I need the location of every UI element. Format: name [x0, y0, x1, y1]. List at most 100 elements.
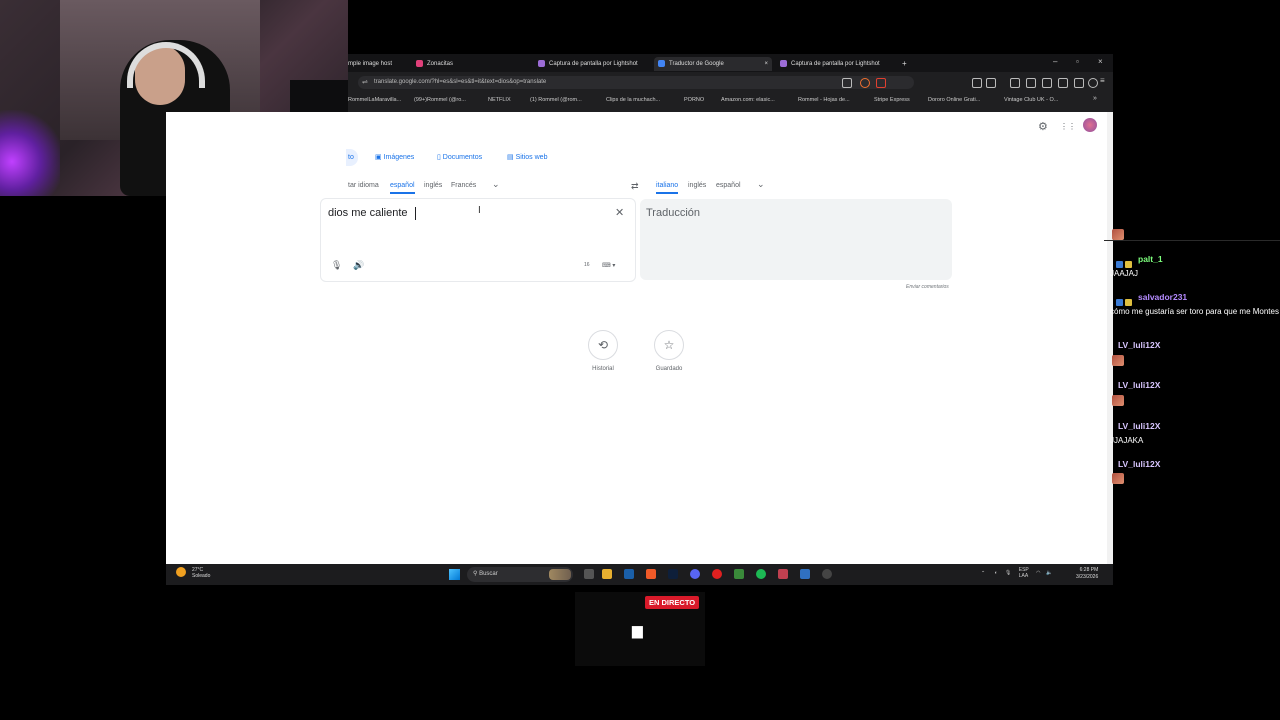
music-icon[interactable]: [1026, 78, 1036, 88]
character-count: 16: [584, 262, 590, 268]
puzzle-icon[interactable]: [1074, 78, 1084, 88]
target-lang-english[interactable]: inglés: [688, 182, 706, 189]
lightshot-favicon-icon: [780, 59, 787, 67]
target-lang-italian[interactable]: italiano: [656, 182, 679, 194]
mouse-ibeam-cursor-icon: I: [478, 205, 481, 216]
bookmark-item[interactable]: RommelLaMaravilla...: [348, 97, 401, 103]
chat-message: JAAJAJ: [1110, 269, 1139, 278]
valorant-icon[interactable]: [778, 569, 788, 579]
share-icon[interactable]: [842, 78, 852, 88]
bookmark-item[interactable]: Stripe Express: [874, 97, 910, 103]
emote-image: [1112, 473, 1124, 484]
volume-icon[interactable]: 🔈: [1046, 570, 1052, 576]
wallet-icon[interactable]: [1058, 78, 1068, 88]
spotify-icon[interactable]: [756, 569, 766, 579]
download-icon[interactable]: [1010, 78, 1020, 88]
close-window-button[interactable]: ×: [1098, 57, 1103, 66]
language-indicator[interactable]: ESP LAA: [1019, 567, 1029, 579]
network-icon[interactable]: ◐: [995, 570, 998, 576]
tab-zonacitas[interactable]: Zonacitas: [416, 57, 476, 71]
minimize-button[interactable]: –: [1053, 57, 1057, 66]
tab-lightshot-1[interactable]: Captura de pantalla por Lightshot: [538, 57, 648, 71]
mode-tab-images[interactable]: ▣ Imágenes: [375, 152, 414, 164]
tray-overflow-chevron-icon[interactable]: ⌃: [981, 570, 985, 576]
avatar[interactable]: [1083, 118, 1097, 132]
taskbar-search[interactable]: ⚲ Buscar: [467, 567, 573, 582]
rewards-icon[interactable]: [876, 78, 886, 88]
weather-condition: Soleado: [192, 573, 211, 579]
discord-icon[interactable]: [690, 569, 700, 579]
vscode-icon[interactable]: [800, 569, 810, 579]
opera-icon[interactable]: [712, 569, 722, 579]
settings-icon[interactable]: ⚙: [1038, 120, 1048, 133]
target-lang-chevron-down-icon[interactable]: ⌄: [757, 179, 765, 190]
tab-lightshot-2[interactable]: Captura de pantalla por Lightshot: [780, 57, 890, 71]
task-view-icon[interactable]: [584, 569, 594, 579]
mode-tab-documents[interactable]: ▯ Documentos: [437, 152, 482, 164]
bookmark-item[interactable]: Dororo Online Grati...: [928, 97, 980, 103]
bookmark-item[interactable]: Vintage Club UK - O...: [1004, 97, 1058, 103]
mode-tab-text[interactable]: to: [348, 152, 354, 164]
brave-shield-icon[interactable]: [860, 78, 870, 88]
photoshop-icon[interactable]: [668, 569, 678, 579]
clear-text-icon[interactable]: ✕: [615, 206, 624, 219]
send-feedback-link[interactable]: Enviar comentarios: [906, 284, 949, 290]
source-lang-spanish[interactable]: español: [390, 182, 415, 194]
website-icon: ▤: [507, 154, 516, 161]
emote-image: [1112, 395, 1124, 406]
weather-widget[interactable]: 27°C Soleado: [176, 567, 210, 579]
extensions-icon[interactable]: [972, 78, 982, 88]
microphone-icon[interactable]: 🎙: [331, 260, 342, 271]
vpn-icon[interactable]: [1088, 78, 1098, 88]
bookmark-item[interactable]: Clips de la muchach...: [606, 97, 660, 103]
tab-close-icon[interactable]: ×: [764, 57, 768, 71]
stream-chat-overlay: palt_1 JAAJAJ salvador231 cómo me gustar…: [1104, 226, 1280, 496]
source-lang-chevron-down-icon[interactable]: ⌄: [492, 179, 500, 190]
excel-icon[interactable]: [734, 569, 744, 579]
bookmarks-bar: RommelLaMaravilla... (99+)Rommel (@ro...…: [348, 94, 1113, 108]
webcam-led-glow: [0, 110, 60, 196]
source-lang-english[interactable]: inglés: [424, 182, 442, 189]
source-text-input[interactable]: dios me caliente: [328, 207, 408, 219]
chat-badges: [1116, 293, 1134, 306]
saved-star-icon[interactable]: ☆: [654, 330, 684, 360]
detect-language-tab[interactable]: tar idioma: [348, 182, 379, 189]
mode-tab-websites[interactable]: ▤ Sitios web: [507, 152, 547, 164]
sidebar-icon[interactable]: [986, 78, 996, 88]
keyboard-icon[interactable]: ⌨ ▾: [602, 262, 615, 269]
bookmark-item[interactable]: (99+)Rommel (@ro...: [414, 97, 466, 103]
live-badge: EN DIRECTO: [645, 596, 700, 609]
tab-image-host[interactable]: mple image host: [348, 57, 408, 71]
bookmarks-overflow-button[interactable]: »: [1093, 95, 1097, 102]
restore-button[interactable]: ▫: [1076, 57, 1079, 66]
file-explorer-icon[interactable]: [602, 569, 612, 579]
system-tray: ⌃ ◐ 🎙 ESP LAA ◠ 🔈: [981, 567, 1052, 579]
source-lang-french[interactable]: Francés: [451, 182, 476, 189]
apps-grid-icon[interactable]: ⋮⋮: [1060, 122, 1076, 131]
new-tab-button[interactable]: +: [902, 57, 912, 71]
windows-start-icon[interactable]: [449, 569, 460, 580]
steam-icon[interactable]: [624, 569, 634, 579]
target-lang-spanish[interactable]: español: [716, 182, 741, 189]
clock-time: 6:28 PM: [1079, 567, 1099, 573]
swap-languages-icon[interactable]: ⇄: [631, 181, 639, 192]
bookmark-item[interactable]: PORNO: [684, 97, 704, 103]
split-view-icon[interactable]: [1042, 78, 1052, 88]
image-icon: ▣: [375, 154, 384, 161]
bookmark-item[interactable]: Rommel - Hojas de...: [798, 97, 850, 103]
obs-icon[interactable]: [822, 569, 832, 579]
history-icon[interactable]: ⟲: [588, 330, 618, 360]
taskbar-clock[interactable]: 6:28 PM 3/23/2026: [1076, 567, 1098, 581]
brave-icon[interactable]: [646, 569, 656, 579]
speaker-icon[interactable]: 🔊: [353, 260, 364, 271]
tab-google-translate[interactable]: Traductor de Google ×: [654, 57, 772, 71]
bookmark-item[interactable]: NETFLIX: [488, 97, 511, 103]
menu-icon[interactable]: ≡: [1100, 76, 1108, 85]
bookmark-item[interactable]: Amazon.com: elasic...: [721, 97, 775, 103]
address-bar[interactable]: translate.google.com/?hl=es&sl=es&tl=it&…: [358, 76, 914, 89]
wifi-icon[interactable]: ◠: [1036, 570, 1040, 576]
live-indicator-panel: EN DIRECTO ▆: [575, 592, 705, 666]
mic-tray-icon[interactable]: 🎙: [1005, 570, 1011, 576]
bookmark-item[interactable]: (1) Rommel (@rom...: [530, 97, 582, 103]
site-info-icon[interactable]: ⇌: [362, 78, 368, 86]
